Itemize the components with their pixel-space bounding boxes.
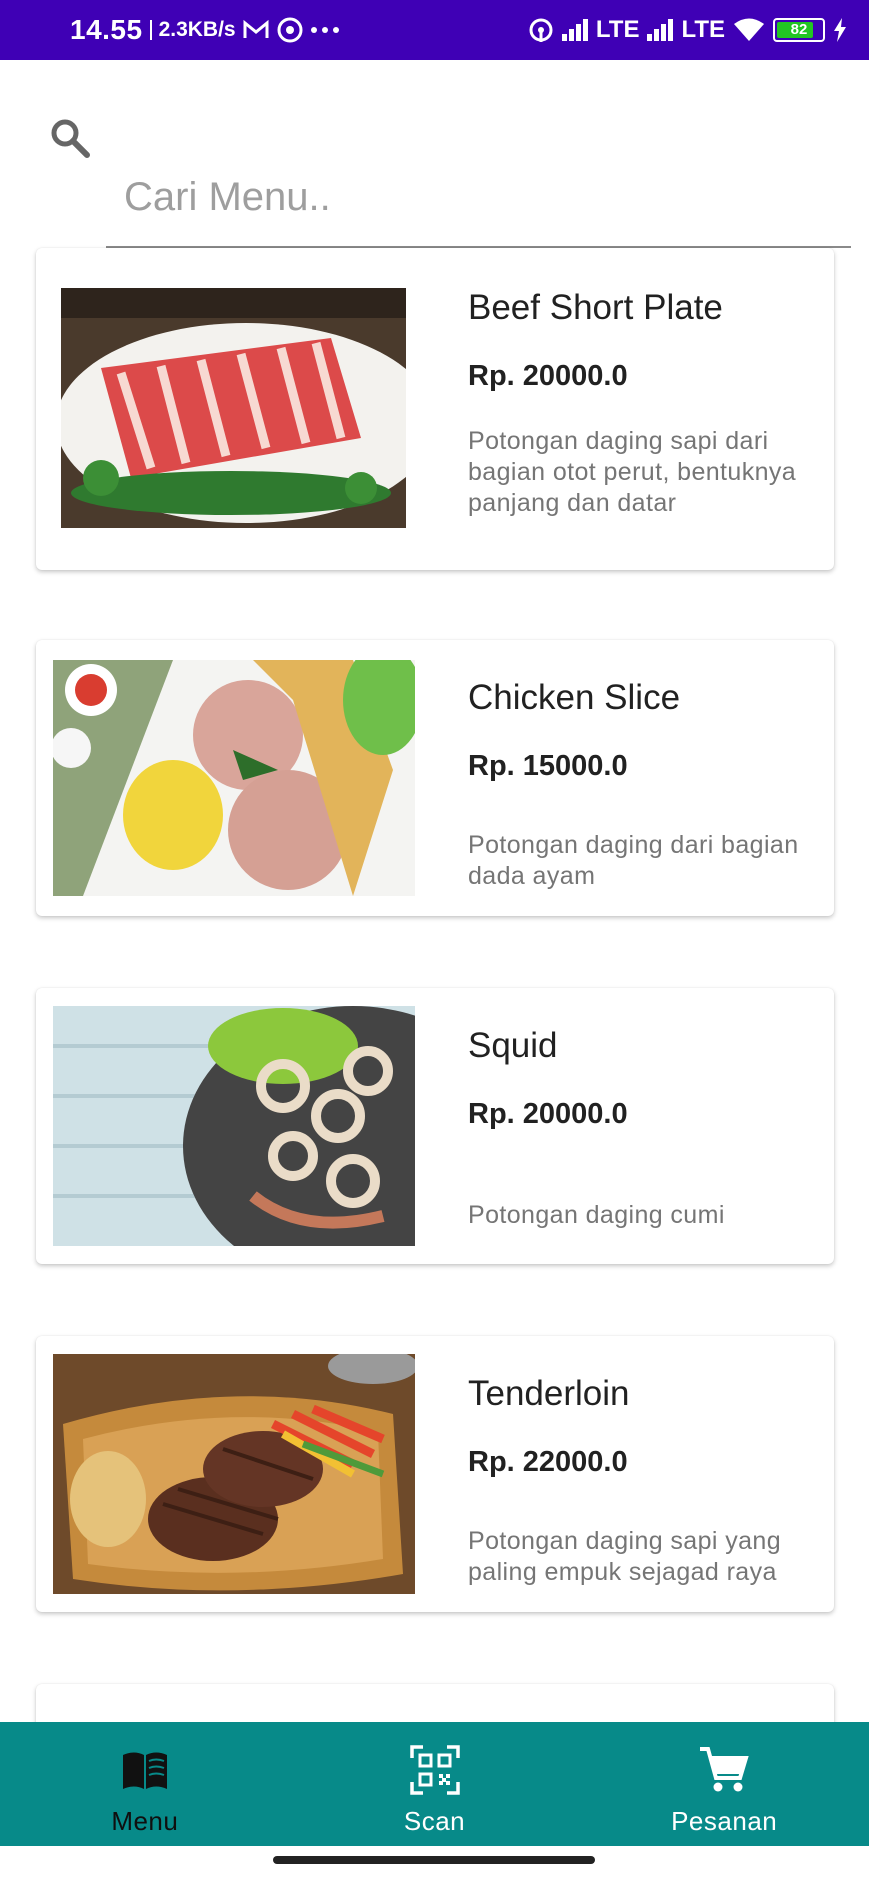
status-right: LTE LTE 82 xyxy=(528,0,847,60)
menu-card[interactable]: Beef Short Plate Rp. 20000.0 Potongan da… xyxy=(36,248,834,570)
qr-scan-icon xyxy=(409,1745,460,1795)
net-speed: 2.3KB/s xyxy=(158,18,236,41)
charging-icon xyxy=(833,18,847,42)
menu-card[interactable]: Chicken Slice Rp. 15000.0 Potongan dagin… xyxy=(36,640,834,916)
menu-item-price: Rp. 20000.0 xyxy=(468,360,628,392)
battery-icon: 82 xyxy=(773,18,825,42)
nav-label-pesanan: Pesanan xyxy=(671,1806,778,1836)
nav-item-menu[interactable]: Menu xyxy=(0,1722,290,1846)
nav-label-scan: Scan xyxy=(403,1806,466,1836)
search-icon[interactable] xyxy=(48,116,92,160)
clock: 14.55 xyxy=(70,14,143,45)
separator-icon xyxy=(149,18,153,42)
menu-item-name: Tenderloin xyxy=(468,1374,630,1413)
network-type-2: LTE xyxy=(681,16,725,43)
signal-2-icon xyxy=(647,19,674,41)
chicken-slice-image xyxy=(53,660,415,896)
cart-icon xyxy=(700,1747,749,1792)
menu-item-description: Potongan daging dari bagian dada ayam xyxy=(468,831,799,890)
menu-item-price: Rp. 22000.0 xyxy=(468,1446,628,1478)
bottom-navigation: Menu Scan Pesanan xyxy=(0,1722,869,1846)
menu-item-name: Squid xyxy=(468,1026,558,1065)
tenderloin-image xyxy=(53,1354,415,1594)
gmail-icon xyxy=(242,19,270,41)
book-icon xyxy=(122,1752,167,1789)
menu-item-price: Rp. 20000.0 xyxy=(468,1098,628,1130)
sync-icon xyxy=(276,16,304,44)
gesture-area xyxy=(0,1846,869,1883)
status-bar: 14.55 2.3KB/s LTE LTE 82 xyxy=(0,0,869,60)
wifi-icon xyxy=(733,17,765,43)
nav-label-menu: Menu xyxy=(111,1806,179,1836)
home-gesture-bar[interactable] xyxy=(273,1856,595,1864)
menu-item-description: Potongan daging sapi dari bagian otot pe… xyxy=(468,427,797,517)
menu-item-price: Rp. 15000.0 xyxy=(468,750,628,782)
menu-item-name: Beef Short Plate xyxy=(468,288,723,327)
search-input[interactable] xyxy=(106,160,851,248)
hotspot-icon xyxy=(528,17,554,43)
battery-level: 82 xyxy=(790,21,808,38)
more-notifications-icon xyxy=(310,26,340,34)
nav-item-scan[interactable]: Scan xyxy=(290,1722,580,1846)
squid-image xyxy=(53,1006,415,1246)
network-type-1: LTE xyxy=(595,16,640,43)
menu-item-description: Potongan daging cumi xyxy=(468,1201,725,1229)
nav-item-pesanan[interactable]: Pesanan xyxy=(579,1722,869,1846)
search-bar xyxy=(0,60,869,248)
beef-short-plate-image xyxy=(61,288,406,528)
menu-card[interactable]: Tenderloin Rp. 22000.0 Potongan daging s… xyxy=(36,1336,834,1612)
status-left: 14.55 2.3KB/s xyxy=(70,0,340,60)
signal-1-icon xyxy=(561,19,588,41)
menu-item-description: Potongan daging sapi yang paling empuk s… xyxy=(468,1527,782,1586)
menu-item-name: Chicken Slice xyxy=(468,678,681,717)
menu-card[interactable]: Squid Rp. 20000.0 Potongan daging cumi xyxy=(36,988,834,1264)
